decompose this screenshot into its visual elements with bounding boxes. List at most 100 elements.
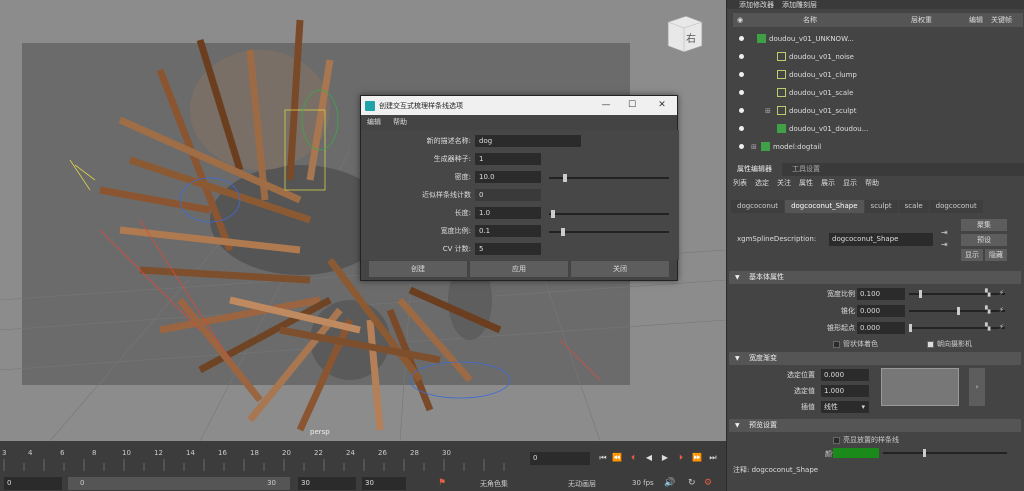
loop-icon[interactable]: ↻ — [688, 478, 696, 488]
step-forward-frame-icon[interactable]: ⏵ — [676, 453, 686, 463]
hide-button[interactable]: 隐藏 — [985, 249, 1007, 261]
node-name-input[interactable]: dogcoconut_Shape — [829, 233, 933, 246]
visibility-dot-icon[interactable] — [739, 126, 744, 131]
width-scale-input[interactable]: 0.100 — [857, 288, 905, 300]
close-button[interactable]: 关闭 — [571, 261, 669, 277]
selected-value-input[interactable]: 1.000 — [821, 385, 869, 397]
anim-layer-dropdown[interactable]: 无动画层 — [568, 479, 596, 489]
width-scale-knob[interactable] — [919, 290, 922, 298]
play-backward-icon[interactable]: ◀ — [644, 453, 654, 463]
map-button-icon[interactable]: ▚ — [985, 306, 990, 314]
outliner-item[interactable]: doudou_v01_scale — [733, 84, 1023, 101]
menu-focus[interactable]: 关注 — [777, 178, 791, 188]
node-tab-active[interactable]: dogcoconut_Shape — [785, 200, 864, 213]
create-button[interactable]: 创建 — [369, 261, 467, 277]
menu-edit[interactable]: 编辑 — [367, 117, 381, 127]
node-tab[interactable]: scale — [898, 200, 929, 213]
outliner-item[interactable]: ⊞ model:dogtail — [733, 138, 1023, 155]
go-to-start-icon[interactable]: ⏮ — [598, 453, 608, 463]
selected-position-input[interactable]: 0.000 — [821, 369, 869, 381]
outliner-item[interactable]: doudou_v01_doudou... — [733, 120, 1023, 137]
step-back-key-icon[interactable]: ⏪ — [612, 453, 622, 463]
close-icon[interactable]: ✕ — [655, 98, 669, 112]
show-button[interactable]: 显示 — [961, 249, 983, 261]
outliner-item[interactable]: doudou_v01_UNKNOW... — [733, 30, 1023, 47]
width-scale-slider[interactable] — [909, 290, 1005, 298]
menu-help[interactable]: 帮助 — [393, 117, 407, 127]
step-forward-key-icon[interactable]: ⏩ — [692, 453, 702, 463]
visibility-dot-icon[interactable] — [739, 108, 744, 113]
minimize-icon[interactable]: — — [599, 98, 613, 112]
play-forward-icon[interactable]: ▶ — [660, 453, 670, 463]
checkbox-checked-icon[interactable] — [927, 340, 934, 348]
viewcube[interactable]: 右 — [664, 12, 704, 53]
section-primitive-attributes[interactable]: 基本体属性 — [729, 271, 1021, 284]
visibility-eye-icon[interactable]: ◉ — [737, 16, 743, 24]
length-slider[interactable] — [549, 210, 669, 218]
add-sculpt-layer-button[interactable]: 添加雕刻层 — [782, 0, 817, 10]
highlight-splines-checkbox[interactable]: 亮显放置的样条线 — [833, 435, 899, 445]
focus-node-icon[interactable]: ⇥ — [941, 228, 948, 237]
length-input[interactable]: 1.0 — [475, 207, 541, 219]
taper-slider[interactable] — [909, 307, 1005, 315]
ramp-expand-button[interactable]: › — [969, 368, 985, 406]
character-set-dropdown[interactable]: 无角色集 — [480, 479, 508, 489]
menu-show[interactable]: 展示 — [821, 178, 835, 188]
outliner-item[interactable]: doudou_v01_noise — [733, 48, 1023, 65]
menu-help[interactable]: 帮助 — [865, 178, 879, 188]
tube-shade-checkbox[interactable]: 管状体着色 — [833, 339, 878, 349]
visibility-dot-icon[interactable] — [739, 90, 744, 95]
interpolation-dropdown[interactable]: 线性 ▾ — [821, 401, 869, 413]
map-button-icon[interactable]: ▚ — [985, 289, 990, 297]
menu-list[interactable]: 列表 — [733, 178, 747, 188]
checkbox-icon[interactable] — [833, 436, 840, 444]
step-back-frame-icon[interactable]: ⏴ — [628, 453, 638, 463]
width-scale-slider-knob[interactable] — [561, 228, 565, 236]
maximize-icon[interactable]: ☐ — [625, 98, 639, 112]
outliner-item[interactable]: doudou_v01_clump — [733, 66, 1023, 83]
go-to-end-icon[interactable]: ⏭ — [708, 453, 718, 463]
sound-icon[interactable]: 🔊 — [664, 478, 675, 488]
range-end-input[interactable]: 30 — [298, 477, 356, 490]
column-edit[interactable]: 编辑 — [969, 15, 983, 25]
expression-icon[interactable]: ⚡ — [999, 289, 1004, 297]
color-swatch[interactable] — [833, 448, 879, 458]
tab-tool-settings[interactable]: 工具设置 — [782, 163, 830, 176]
visibility-dot-icon[interactable] — [739, 54, 744, 59]
map-button-icon[interactable]: ▚ — [985, 323, 990, 331]
add-modifier-button[interactable]: 添加修改器 — [739, 0, 774, 10]
tab-attribute-editor[interactable]: 属性编辑器 — [727, 163, 782, 176]
new-description-name-input[interactable]: dog — [475, 135, 581, 147]
menu-attributes[interactable]: 属性 — [799, 178, 813, 188]
current-frame-input[interactable]: 0 — [530, 452, 590, 465]
section-width-ramp[interactable]: 宽度渐变 — [729, 352, 1021, 365]
taper-start-knob[interactable] — [909, 324, 912, 332]
focus-button[interactable]: 聚集 — [961, 219, 1007, 231]
width-scale-input[interactable]: 0.1 — [475, 225, 541, 237]
outliner-item[interactable]: ⊞ doudou_v01_sculpt — [733, 102, 1023, 119]
presets-button[interactable]: 预设 — [961, 234, 1007, 246]
range-slider[interactable]: 0 30 — [68, 477, 290, 490]
apply-button[interactable]: 应用 — [470, 261, 568, 277]
preferences-icon[interactable]: ⚙ — [704, 478, 712, 488]
density-slider[interactable] — [549, 174, 669, 182]
expression-icon[interactable]: ⚡ — [999, 323, 1004, 331]
node-tab[interactable]: dogcoconut — [731, 200, 785, 213]
taper-start-input[interactable]: 0.000 — [857, 322, 905, 334]
load-node-icon[interactable]: ⇥ — [941, 240, 948, 249]
menu-selected[interactable]: 选定 — [755, 178, 769, 188]
taper-start-slider[interactable] — [909, 324, 1005, 332]
face-camera-checkbox[interactable]: 朝向摄影机 — [927, 339, 972, 349]
column-name[interactable]: 名称 — [803, 15, 817, 25]
color-slider-knob[interactable] — [923, 449, 926, 457]
node-tab[interactable]: sculpt — [864, 200, 898, 213]
key-icon[interactable]: ⚑ — [438, 478, 446, 488]
time-slider[interactable]: 3 4 6 8 10 12 14 16 18 20 22 24 26 28 30… — [0, 441, 726, 491]
expression-icon[interactable]: ⚡ — [999, 306, 1004, 314]
expand-plus-icon[interactable]: ⊞ — [765, 107, 771, 115]
cv-count-input[interactable]: 5 — [475, 243, 541, 255]
dialog-titlebar[interactable]: 创建交互式梳理样条线选项 — ☐ ✕ — [361, 96, 677, 115]
visibility-dot-icon[interactable] — [739, 72, 744, 77]
width-ramp-graph[interactable] — [881, 368, 959, 406]
menu-display[interactable]: 显示 — [843, 178, 857, 188]
